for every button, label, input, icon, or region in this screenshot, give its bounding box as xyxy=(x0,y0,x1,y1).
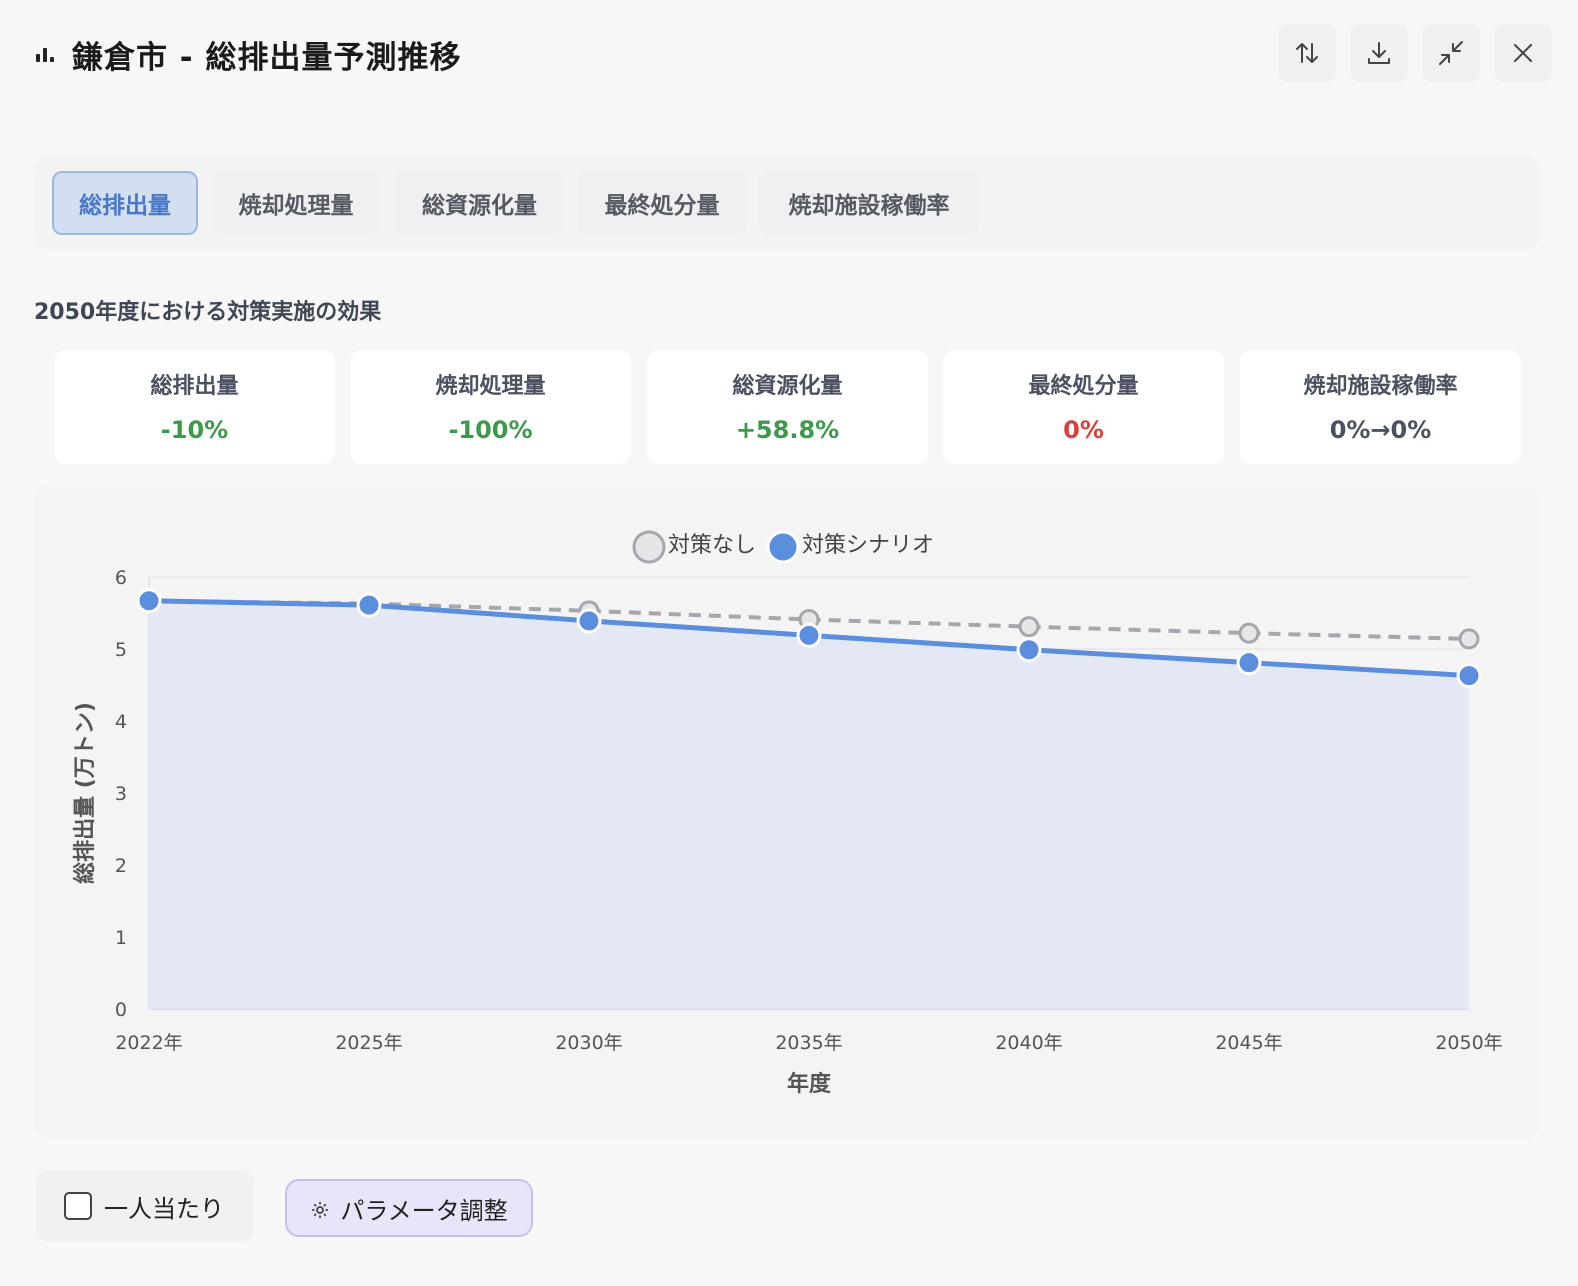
scenario-point xyxy=(796,622,822,648)
y-tick-label: 0 xyxy=(115,999,127,1021)
y-tick-label: 5 xyxy=(115,639,127,661)
effect-card-final-disposal: 最終処分量 0% xyxy=(943,350,1224,464)
modal-header: 鎌倉市 - 総排出量予測推移 xyxy=(36,28,461,80)
effect-card-facility-utilization: 焼却施設稼働率 0%→0% xyxy=(1240,350,1521,464)
legend-marker-baseline xyxy=(632,530,666,564)
y-tick-label: 4 xyxy=(115,711,127,733)
minimize-icon xyxy=(1439,41,1463,65)
modal-title: 鎌倉市 - 総排出量予測推移 xyxy=(72,39,462,76)
download-icon xyxy=(1368,42,1390,64)
effect-card-value: -100% xyxy=(448,416,533,444)
effect-card-total-emission: 総排出量 -10% xyxy=(54,350,335,464)
metric-tabs: 総排出量 焼却処理量 総資源化量 最終処分量 焼却施設稼働率 xyxy=(34,156,1540,250)
chart-modal: 鎌倉市 - 総排出量予測推移 総排出量 焼却処理量 総資源化量 最終処分量 焼却… xyxy=(0,0,1578,1286)
y-axis-title: 総排出量 (万トン) xyxy=(72,702,98,884)
tab-recycling[interactable]: 総資源化量 xyxy=(395,171,564,235)
y-tick-label: 2 xyxy=(115,855,127,877)
download-button[interactable] xyxy=(1350,24,1408,82)
sort-button[interactable] xyxy=(1278,24,1336,82)
legend-label-scenario: 対策シナリオ xyxy=(802,533,934,558)
gear-icon xyxy=(312,1202,329,1218)
baseline-point xyxy=(1018,616,1040,638)
effect-card-recycling: 総資源化量 +58.8% xyxy=(647,350,928,464)
effect-card-label: 焼却処理量 xyxy=(435,374,546,399)
bar-chart-icon xyxy=(36,43,58,65)
x-tick-label: 2022年 xyxy=(115,1032,182,1054)
scenario-point xyxy=(356,592,382,618)
tab-facility-utilization[interactable]: 焼却施設稼働率 xyxy=(759,171,979,235)
effects-heading: 2050年度における対策実施の効果 xyxy=(34,300,382,325)
parameter-adjust-label: パラメータ調整 xyxy=(340,1196,508,1225)
effect-card-label: 総排出量 xyxy=(150,374,239,399)
emission-chart-svg: 0 1 2 3 4 5 6 2022年 2025年 2030年 2035年 2040年 2045年 205… xyxy=(72,530,1503,1097)
close-button[interactable] xyxy=(1494,24,1552,82)
effect-card-label: 焼却施設稼働率 xyxy=(1303,374,1458,399)
effect-card-value: 0%→0% xyxy=(1329,416,1432,444)
x-axis-title: 年度 xyxy=(787,1071,832,1097)
scenario-point xyxy=(576,608,602,634)
parameter-adjust-button[interactable]: パラメータ調整 xyxy=(285,1179,533,1237)
per-capita-checkbox[interactable] xyxy=(64,1192,92,1220)
tab-final-disposal[interactable]: 最終処分量 xyxy=(577,171,747,235)
x-tick-label: 2030年 xyxy=(555,1032,622,1054)
scenario-point xyxy=(1016,637,1042,663)
y-tick-label: 1 xyxy=(115,927,127,949)
x-tick-label: 2025年 xyxy=(335,1032,402,1054)
effect-card-label: 総資源化量 xyxy=(732,374,843,399)
effect-card-value: +58.8% xyxy=(735,416,840,444)
scenario-point xyxy=(1456,663,1482,689)
tab-incineration[interactable]: 焼却処理量 xyxy=(212,171,380,235)
baseline-point xyxy=(1458,628,1480,650)
header-actions xyxy=(1278,24,1552,82)
y-tick-label: 3 xyxy=(115,783,127,805)
effect-card-value: -10% xyxy=(160,416,229,444)
x-tick-label: 2050年 xyxy=(1435,1032,1502,1054)
x-tick-label: 2045年 xyxy=(1215,1032,1282,1054)
tab-total-emission[interactable]: 総排出量 xyxy=(52,171,198,235)
effect-card-value: 0% xyxy=(1063,416,1104,444)
close-icon xyxy=(1514,44,1532,62)
legend-label-baseline: 対策なし xyxy=(668,533,756,558)
scenario-point xyxy=(136,588,162,614)
y-tick-label: 6 xyxy=(115,567,127,589)
per-capita-toggle[interactable]: 一人当たり xyxy=(36,1170,254,1242)
legend-marker-scenario xyxy=(766,530,800,564)
scenario-point xyxy=(1236,650,1262,676)
x-tick-label: 2035年 xyxy=(775,1032,842,1054)
effect-card-label: 最終処分量 xyxy=(1028,374,1139,399)
x-tick-label: 2040年 xyxy=(995,1032,1062,1054)
emission-chart: 0 1 2 3 4 5 6 2022年 2025年 2030年 2035年 2040年 2045年 205… xyxy=(34,486,1540,1140)
baseline-point xyxy=(1238,622,1260,644)
sort-icon xyxy=(1296,43,1318,63)
minimize-button[interactable] xyxy=(1422,24,1480,82)
effect-card-incineration: 焼却処理量 -100% xyxy=(350,350,631,464)
per-capita-label: 一人当たり xyxy=(104,1194,224,1223)
